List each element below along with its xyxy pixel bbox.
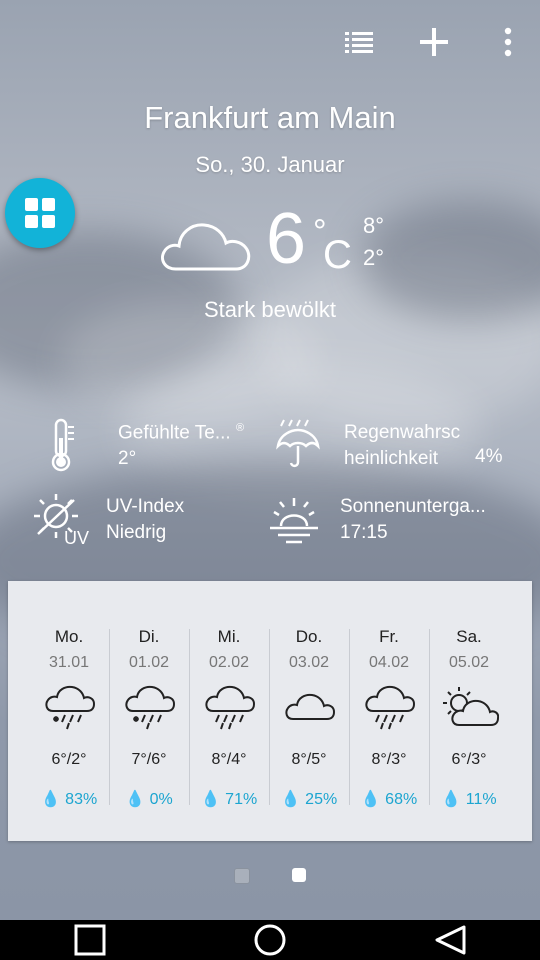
list-icon	[345, 32, 373, 53]
apps-grid-button[interactable]	[5, 178, 75, 248]
top-toolbar	[338, 20, 530, 64]
umbrella-rain-icon	[276, 419, 320, 468]
sunset-icon	[270, 498, 318, 544]
city-name: Frankfurt am Main	[144, 100, 396, 135]
cloud-snow-rain-icon	[45, 685, 95, 730]
forecast-rain: 💧 71%	[200, 791, 258, 808]
low-temperature: 2°	[363, 245, 385, 270]
forecast-temperature: 8°/5°	[291, 751, 327, 768]
forecast-temperature: 6°/2°	[51, 751, 87, 768]
forecast-rain: 💧 25%	[280, 791, 338, 808]
uv-badge: UV	[64, 528, 89, 548]
feels-like-label: Gefühlte Te... ®	[118, 422, 245, 444]
feels-like-mark: ®	[235, 422, 245, 434]
cloud-snow-rain-icon	[125, 685, 175, 730]
forecast-day-name: Do.	[295, 627, 323, 646]
sunset-time: 17:15	[340, 522, 388, 543]
cloud-rain-icon	[205, 685, 255, 730]
add-city-button[interactable]	[412, 20, 456, 64]
raindrop-icon: 💧	[280, 791, 301, 808]
more-options-button[interactable]	[486, 20, 530, 64]
forecast-day[interactable]: Di. 01.02 7°/6° 💧 0%	[109, 581, 189, 821]
more-vert-icon	[504, 27, 512, 57]
raindrop-icon: 💧	[40, 791, 61, 808]
forecast-day-name: Fr.	[379, 627, 399, 646]
raindrop-icon: 💧	[200, 791, 221, 808]
forecast-day-name: Mi.	[217, 627, 241, 646]
forecast-date: 02.02	[208, 654, 250, 671]
page-dot-1[interactable]	[234, 868, 250, 884]
temperature-unit: C	[323, 233, 352, 277]
sunset-label: Sonnenunterga...	[340, 496, 486, 517]
feels-like-value: 2°	[118, 448, 137, 469]
forecast-day-name: Mo.	[54, 627, 84, 646]
circle-icon	[254, 924, 286, 956]
rain-probability-value: 4%	[475, 446, 503, 467]
rain-probability-label-line1: Regenwahrsc	[344, 422, 461, 443]
forecast-date: 01.02	[128, 654, 170, 671]
recent-apps-button[interactable]	[70, 924, 110, 956]
cloud-icon	[285, 693, 335, 720]
forecast-card: Mo. 31.01 6°/2° 💧 83% Di. 01.02 7°/6° 💧 …	[8, 581, 532, 841]
plus-icon	[420, 28, 448, 56]
forecast-rain: 💧 11%	[441, 791, 497, 808]
raindrop-icon: 💧	[125, 791, 146, 808]
high-temperature: 8°	[363, 213, 385, 238]
grid-icon	[25, 198, 55, 228]
city-list-button[interactable]	[338, 20, 382, 64]
page-dot-2-active[interactable]	[292, 868, 306, 882]
weather-condition: Stark bewölkt	[203, 297, 337, 322]
current-temperature: 6	[266, 199, 307, 279]
sun-cloud-icon	[443, 687, 499, 726]
forecast-temperature: 7°/6°	[131, 751, 167, 768]
back-triangle-icon	[435, 925, 466, 955]
forecast-date: 05.02	[448, 654, 490, 671]
forecast-date: 04.02	[368, 654, 410, 671]
forecast-rain: 💧 83%	[40, 791, 98, 808]
android-navigation-bar	[0, 920, 540, 960]
rain-probability-label-line2: heinlichkeit	[344, 448, 438, 469]
home-button[interactable]	[250, 924, 290, 956]
forecast-rain: 💧 68%	[360, 791, 418, 808]
forecast-day[interactable]: Fr. 04.02 8°/3° 💧 68%	[349, 581, 429, 821]
forecast-day[interactable]: Do. 03.02 8°/5° 💧 25%	[269, 581, 349, 821]
current-weather: 6 ° C 8° 2°	[158, 199, 418, 285]
forecast-temperature: 8°/3°	[371, 751, 407, 768]
raindrop-icon: 💧	[441, 791, 462, 808]
forecast-day[interactable]: Mi. 02.02 8°/4° 💧 71%	[189, 581, 269, 821]
forecast-temperature: 8°/4°	[211, 751, 247, 768]
raindrop-icon: 💧	[360, 791, 381, 808]
back-button[interactable]	[430, 924, 470, 956]
square-icon	[74, 924, 106, 956]
current-date: So., 30. Januar	[195, 152, 345, 177]
cloud-icon	[161, 223, 251, 271]
uv-index-value: Niedrig	[106, 522, 167, 543]
cloud-rain-icon	[365, 685, 415, 730]
feels-like-detail: Gefühlte Te... ® 2°	[44, 418, 284, 478]
forecast-day[interactable]: Sa. 05.02 6°/3° 💧 11%	[429, 581, 509, 821]
forecast-day[interactable]: Mo. 31.01 6°/2° 💧 83%	[29, 581, 109, 821]
uv-sun-icon: UV	[34, 494, 89, 548]
sunset-detail: Sonnenunterga... 17:15	[266, 492, 516, 552]
forecast-temperature: 6°/3°	[451, 751, 487, 768]
rain-probability-detail: Regenwahrsc heinlichkeit 4%	[270, 418, 520, 478]
forecast-date: 31.01	[48, 654, 90, 671]
page-indicator	[0, 868, 540, 884]
forecast-rain: 💧 0%	[125, 791, 173, 808]
thermometer-icon	[51, 418, 74, 472]
uv-index-label: UV-Index	[106, 496, 185, 517]
uv-index-detail: UV UV-Index Niedrig	[30, 492, 270, 552]
forecast-day-name: Sa.	[456, 627, 482, 646]
forecast-day-name: Di.	[138, 627, 160, 646]
forecast-date: 03.02	[288, 654, 330, 671]
